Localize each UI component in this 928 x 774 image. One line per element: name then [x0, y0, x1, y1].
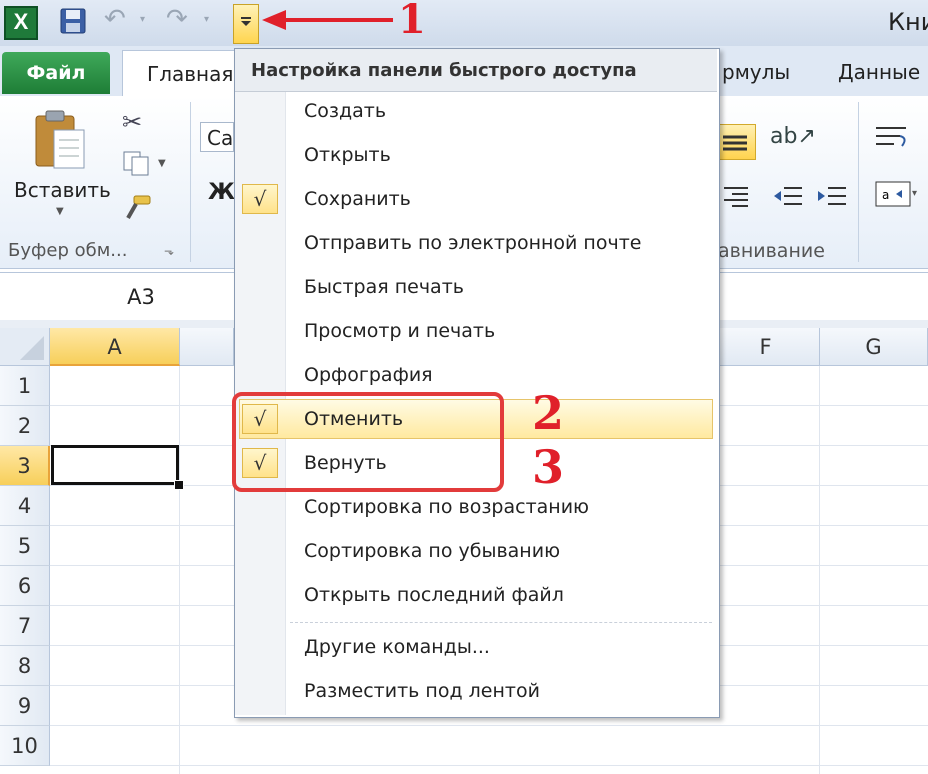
gridline — [179, 366, 180, 774]
select-all-corner[interactable] — [0, 328, 50, 366]
row-header-7[interactable]: 7 — [0, 606, 50, 646]
menu-item-quick-print[interactable]: Быстрая печать — [304, 276, 464, 298]
undo-icon[interactable]: ↶ — [104, 4, 126, 34]
column-header-a[interactable]: A — [50, 328, 180, 366]
svg-text:▾: ▾ — [912, 188, 917, 199]
row-header-8[interactable]: 8 — [0, 646, 50, 686]
save-icon[interactable] — [60, 8, 86, 34]
gridline — [819, 366, 820, 774]
window-title: Кни — [888, 8, 928, 36]
tab-data[interactable]: Данные — [838, 60, 920, 84]
column-header-f[interactable]: F — [712, 328, 820, 366]
menu-header: Настройка панели быстрого доступа — [235, 49, 717, 92]
row-header-9[interactable]: 9 — [0, 686, 50, 726]
alignment-group-label: авнивание — [718, 240, 825, 262]
customize-quick-access-dropdown[interactable] — [233, 4, 259, 44]
menu-item-open[interactable]: Открыть — [304, 144, 391, 166]
clipboard-group-label: Буфер обм... — [8, 240, 128, 261]
align-right-icon[interactable] — [720, 182, 750, 214]
format-painter-icon[interactable] — [122, 194, 152, 222]
menu-item-save[interactable]: Сохранить — [304, 188, 411, 210]
row-header-2[interactable]: 2 — [0, 406, 50, 446]
annotation-number-2: 2 — [532, 386, 565, 440]
copy-icon[interactable] — [122, 150, 152, 176]
copy-dropdown-icon[interactable]: ▼ — [158, 158, 166, 169]
row-header-1[interactable]: 1 — [0, 366, 50, 406]
redo-dropdown-icon[interactable]: ▾ — [204, 14, 209, 25]
tab-file[interactable]: Файл — [2, 52, 110, 94]
menu-separator — [290, 622, 712, 623]
redo-icon[interactable]: ↷ — [166, 4, 188, 34]
paste-icon[interactable] — [32, 108, 88, 170]
excel-app-icon[interactable]: X — [4, 6, 38, 40]
column-header-g[interactable]: G — [820, 328, 928, 366]
scissors-icon[interactable]: ✂ — [122, 108, 142, 136]
menu-item-sort-ascending[interactable]: Сортировка по возрастанию — [304, 496, 589, 518]
bold-button[interactable]: Ж — [208, 180, 235, 205]
paste-dropdown-icon[interactable]: ▼ — [56, 206, 64, 217]
row-header-6[interactable]: 6 — [0, 566, 50, 606]
tab-home[interactable]: Главная — [122, 50, 252, 98]
font-name-box[interactable]: Ca — [200, 122, 234, 152]
wrap-text-icon[interactable] — [872, 120, 912, 158]
row-header-3[interactable]: 3 — [0, 446, 50, 486]
orientation-icon[interactable]: ab↗ — [770, 124, 816, 149]
menu-item-more-commands[interactable]: Другие команды... — [304, 636, 490, 658]
gridline — [50, 725, 928, 726]
group-divider — [858, 102, 859, 262]
annotation-highlight-box — [232, 392, 504, 492]
gridline — [50, 765, 928, 766]
dialog-launcher-icon[interactable]: ⬎ — [164, 244, 174, 258]
paste-button[interactable]: Вставить — [14, 178, 111, 202]
active-cell-a3[interactable] — [51, 445, 179, 485]
tab-formulas[interactable]: рмулы — [722, 60, 790, 84]
chevron-down-icon — [241, 17, 251, 26]
increase-indent-icon[interactable] — [814, 182, 848, 214]
row-header-5[interactable]: 5 — [0, 526, 50, 566]
group-divider — [190, 102, 191, 262]
check-mark-icon: √ — [242, 184, 278, 214]
menu-item-create[interactable]: Создать — [304, 100, 386, 122]
row-header-4[interactable]: 4 — [0, 486, 50, 526]
undo-dropdown-icon[interactable]: ▾ — [140, 14, 145, 25]
menu-item-sort-descending[interactable]: Сортировка по убыванию — [304, 540, 560, 562]
row-header-10[interactable]: 10 — [0, 726, 50, 766]
fill-handle[interactable] — [174, 480, 184, 490]
annotation-number-1: 1 — [398, 0, 426, 43]
annotation-number-3: 3 — [532, 440, 565, 494]
merge-center-icon[interactable]: a ▾ — [872, 178, 922, 214]
decrease-indent-icon[interactable] — [770, 182, 804, 214]
align-middle-button[interactable] — [714, 124, 756, 160]
menu-item-open-recent[interactable]: Открыть последний файл — [304, 584, 564, 606]
menu-item-spelling[interactable]: Орфография — [304, 364, 433, 386]
menu-item-email[interactable]: Отправить по электронной почте — [304, 232, 641, 254]
column-header[interactable] — [180, 328, 234, 366]
menu-item-show-below-ribbon[interactable]: Разместить под лентой — [304, 680, 540, 702]
menu-item-print-preview[interactable]: Просмотр и печать — [304, 320, 495, 342]
svg-text:a: a — [882, 188, 889, 202]
